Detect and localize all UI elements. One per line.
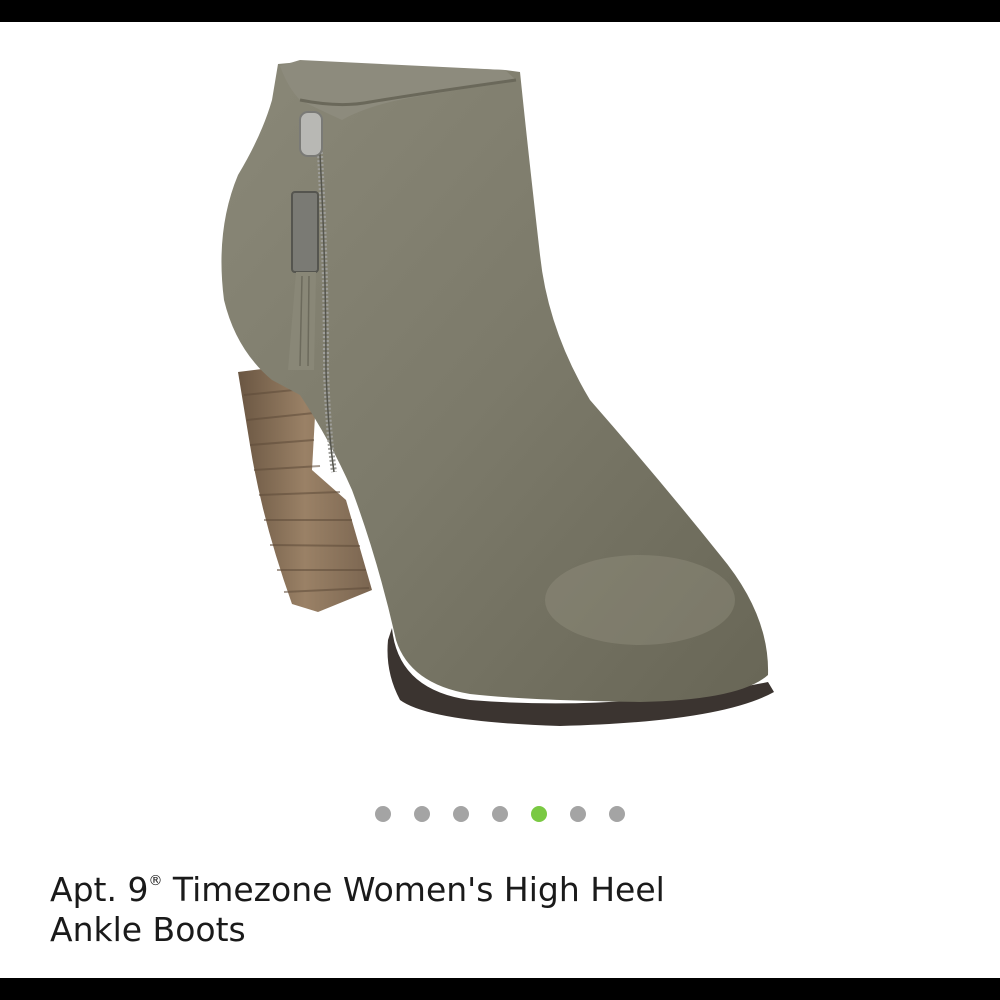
carousel-dot[interactable] [414, 806, 430, 822]
product-title-line1: Timezone Women's High Heel [162, 870, 665, 909]
carousel-dots [0, 806, 1000, 824]
registered-mark: ® [148, 873, 163, 889]
carousel-dot[interactable] [609, 806, 625, 822]
product-title: Apt. 9® Timezone Women's High Heel Ankle … [50, 870, 950, 950]
product-brand: Apt. 9 [50, 870, 149, 909]
carousel-dot[interactable] [453, 806, 469, 822]
bottom-bar [0, 978, 1000, 1000]
ankle-boot-icon [221, 60, 774, 726]
carousel-dot[interactable] [375, 806, 391, 822]
carousel-dot[interactable] [492, 806, 508, 822]
product-title-line2: Ankle Boots [50, 910, 246, 949]
product-image[interactable] [0, 22, 1000, 792]
carousel-dot[interactable] [570, 806, 586, 822]
top-bar [0, 0, 1000, 22]
carousel-dot-active[interactable] [531, 806, 547, 822]
